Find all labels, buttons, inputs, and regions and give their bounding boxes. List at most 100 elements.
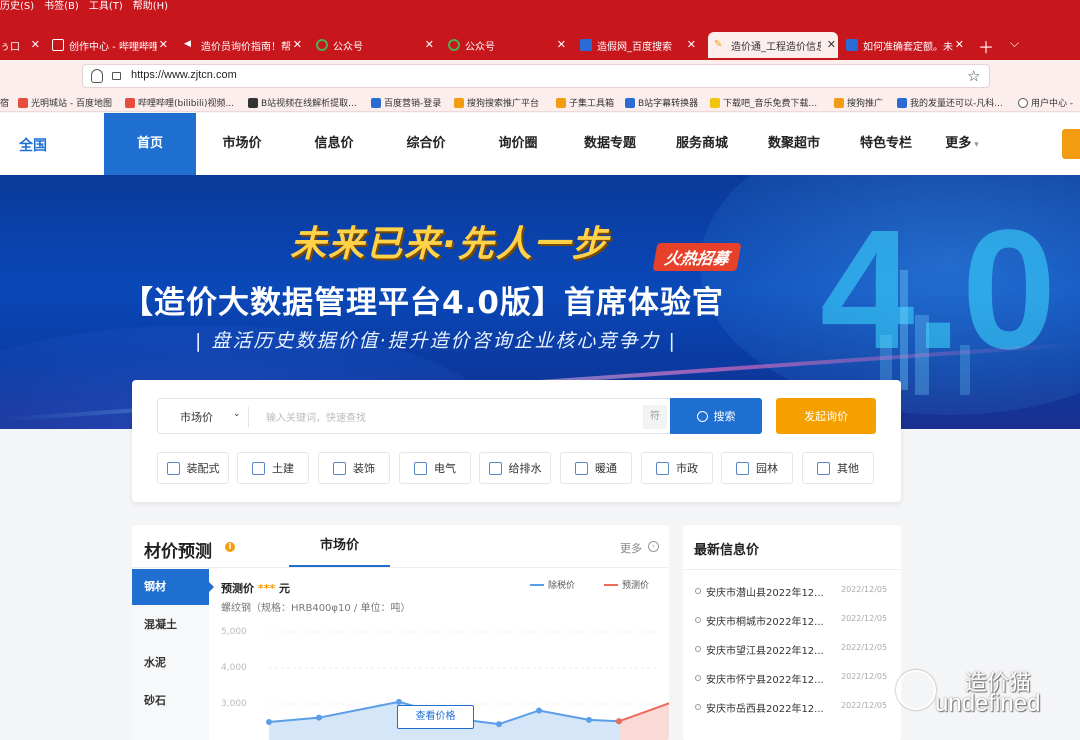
menu-history[interactable]: 历史(S) (0, 0, 34, 14)
shield-icon[interactable] (91, 69, 103, 83)
browser-tab[interactable]: 创作中心 - 哔哩哔哩 ✕ (52, 32, 170, 58)
data-point (266, 719, 272, 725)
material-steel[interactable]: 钢材 (132, 569, 209, 605)
category-label: 土建 (272, 462, 294, 475)
bookmark-item[interactable]: 哔哩哔哩(bilibili)视频... (125, 96, 234, 109)
list-item[interactable]: 安庆市望江县2022年12... 2022/12/05 (695, 640, 895, 660)
bookmark-item[interactable]: 子集工具箱 (556, 96, 614, 109)
address-bar[interactable]: https://www.zjtcn.com ☆ (82, 64, 990, 88)
category-other[interactable]: 其他 (802, 452, 874, 484)
tab-list-chevron-icon[interactable]: ⌵ (1010, 36, 1019, 51)
nav-service-mall[interactable]: 服务商城 (656, 113, 748, 175)
chevron-down-icon[interactable]: ⌄ (233, 409, 241, 419)
material-gravel[interactable]: 砂石 (132, 683, 209, 719)
bookmark-item[interactable]: 下载吧_音乐免费下载... (710, 96, 817, 109)
menu-bookmarks[interactable]: 书签(B) (44, 0, 79, 14)
download-icon (125, 97, 135, 108)
menu-tools[interactable]: 工具(T) (89, 0, 123, 14)
chevron-right-icon[interactable]: › (648, 541, 659, 552)
nav-market-price[interactable]: 市场价 (196, 113, 288, 175)
search-type-dropdown[interactable]: 市场价 (180, 409, 213, 425)
star-icon[interactable]: ☆ (967, 67, 980, 85)
browser-tab[interactable]: 公众号 ✕ (448, 32, 568, 58)
bookmark-item[interactable]: 搜狗搜索推广平台 (454, 96, 539, 109)
category-municipal[interactable]: 市政 (641, 452, 713, 484)
list-item[interactable]: 安庆市潜山县2022年12... 2022/12/05 (695, 582, 895, 602)
search-button[interactable]: 搜索 (670, 398, 762, 434)
category-civil[interactable]: 土建 (237, 452, 309, 484)
close-icon[interactable]: ✕ (687, 38, 696, 51)
more-link[interactable]: 更多 (620, 540, 642, 556)
search-input[interactable]: 输入关键词，快速查找 (266, 409, 366, 424)
bookmark-item[interactable]: 我的发量还可以-凡科... (897, 96, 1003, 109)
category-prefab[interactable]: 装配式 (157, 452, 229, 484)
close-icon[interactable]: ✕ (425, 38, 434, 51)
toolbox-icon (556, 97, 566, 108)
material-concrete[interactable]: 混凝土 (132, 607, 209, 643)
info-icon[interactable]: i (225, 542, 235, 552)
browser-tab-active[interactable]: ✎ 造价通_工程造价信息 ✕ (708, 32, 838, 58)
banner-title: 【造价大数据管理平台4.0版】首席体验官 (122, 285, 724, 321)
tab-label: 创作中心 - 哔哩哔哩 (69, 41, 157, 53)
electric-icon (414, 461, 427, 475)
forecast-title: 材价预测 (144, 542, 212, 562)
list-item[interactable]: 安庆市怀宁县2022年12... 2022/12/05 (695, 669, 895, 689)
view-price-button[interactable]: 查看价格 (397, 705, 474, 729)
category-decoration[interactable]: 装饰 (318, 452, 390, 484)
tab-label: 造假网_百度搜索 (597, 41, 672, 53)
nav-more[interactable]: 更多 ▾ (932, 113, 992, 175)
bookmark-item[interactable]: 宿 (0, 96, 9, 109)
nav-data-topics[interactable]: 数据专题 (564, 113, 656, 175)
list-item-text[interactable]: 安庆市桐城市2022年12... (706, 613, 824, 628)
browser-tab[interactable]: ぅ口 ✕ (0, 32, 42, 58)
tab-market-price[interactable]: 市场价 (289, 525, 390, 567)
browser-tab[interactable]: 造假网_百度搜索 ✕ (580, 32, 698, 58)
search-box: 市场价 ⌄ 输入关键词，快速查找 符 (157, 398, 671, 434)
bookmark-item[interactable]: 百度营销-登录 (371, 96, 441, 109)
list-item-text[interactable]: 安庆市怀宁县2022年12... (706, 671, 824, 686)
list-item-date: 2022/12/05 (841, 614, 888, 623)
nav-composite-price[interactable]: 综合价 (380, 113, 472, 175)
nav-inquiry-circle[interactable]: 询价圈 (472, 113, 564, 175)
close-icon[interactable]: ✕ (293, 38, 302, 51)
nav-features[interactable]: 特色专栏 (840, 113, 932, 175)
close-icon[interactable]: ✕ (159, 38, 168, 51)
nav-info-price[interactable]: 信息价 (288, 113, 380, 175)
browser-tab[interactable]: ◀ 造价员询价指南！帮 ✕ (184, 32, 304, 58)
menu-help[interactable]: 帮助(H) (133, 0, 168, 14)
browser-tab[interactable]: 公众号 ✕ (316, 32, 436, 58)
category-plumbing[interactable]: 给排水 (479, 452, 551, 484)
list-item-text[interactable]: 安庆市望江县2022年12... (706, 642, 824, 657)
close-icon[interactable]: ✕ (955, 38, 964, 51)
category-garden[interactable]: 园林 (721, 452, 793, 484)
category-hvac[interactable]: 暖通 (560, 452, 632, 484)
category-electric[interactable]: 电气 (399, 452, 471, 484)
nav-home[interactable]: 首页 (104, 113, 196, 175)
close-icon[interactable]: ✕ (31, 38, 40, 51)
bookmark-label: 搜狗推广 (847, 99, 884, 109)
bookmark-item[interactable]: 搜狗推广 (834, 96, 883, 109)
bookmark-label: 哔哩哔哩(bilibili)视频... (138, 99, 235, 109)
nav-data-market[interactable]: 数聚超市 (748, 113, 840, 175)
bookmark-item[interactable]: B站字幕转换器 (625, 96, 698, 109)
symbol-button[interactable]: 符 (643, 405, 667, 429)
close-icon[interactable]: ✕ (827, 38, 836, 51)
close-icon[interactable]: ✕ (557, 38, 566, 51)
list-item[interactable]: 安庆市岳西县2022年12... 2022/12/05 (695, 698, 895, 718)
start-inquiry-button[interactable]: 发起询价 (776, 398, 876, 434)
list-item-text[interactable]: 安庆市潜山县2022年12... (706, 584, 824, 599)
bookmark-item[interactable]: B站视频在线解析提取... (248, 96, 357, 109)
lock-icon[interactable] (112, 72, 121, 80)
new-tab-icon[interactable]: ＋ (978, 34, 994, 58)
browser-tab[interactable]: 如何准确套定额。未 ✕ (846, 32, 966, 58)
bookmark-item[interactable]: 用户中心 - (1018, 96, 1073, 109)
material-cement[interactable]: 水泥 (132, 645, 209, 681)
region-selector[interactable]: 全国 (19, 135, 47, 155)
list-item-text[interactable]: 安庆市岳西县2022年12... (706, 700, 824, 715)
header-action-button[interactable] (1062, 129, 1080, 159)
bookmarks-bar: 宿 光明城站 - 百度地图 哔哩哔哩(bilibili)视频... B站视频在线… (0, 92, 1080, 112)
url-text[interactable]: https://www.zjtcn.com (131, 69, 237, 81)
bookmark-item[interactable]: 光明城站 - 百度地图 (18, 96, 112, 109)
list-item[interactable]: 安庆市桐城市2022年12... 2022/12/05 (695, 611, 895, 631)
category-label: 装饰 (353, 462, 375, 475)
